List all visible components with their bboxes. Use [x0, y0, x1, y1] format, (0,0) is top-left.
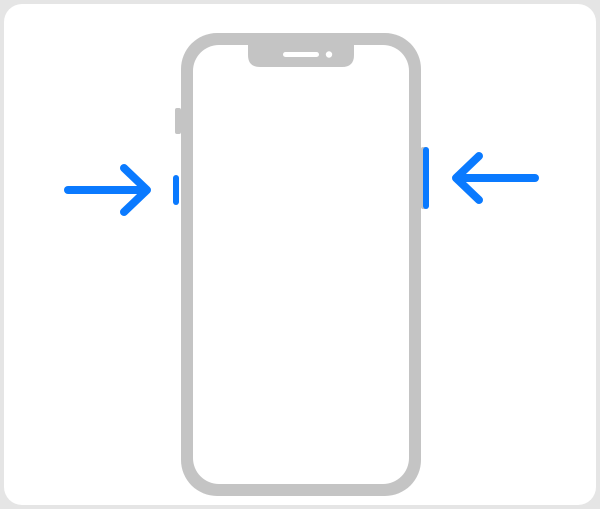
speaker-icon — [283, 52, 319, 57]
iphone-device — [173, 33, 429, 496]
ringer-switch — [175, 108, 181, 134]
volume-button-highlight — [173, 175, 179, 205]
front-camera-icon — [326, 51, 332, 57]
iphone-button-diagram: Volume button Side button — [0, 0, 600, 509]
side-button-highlight — [423, 147, 429, 209]
